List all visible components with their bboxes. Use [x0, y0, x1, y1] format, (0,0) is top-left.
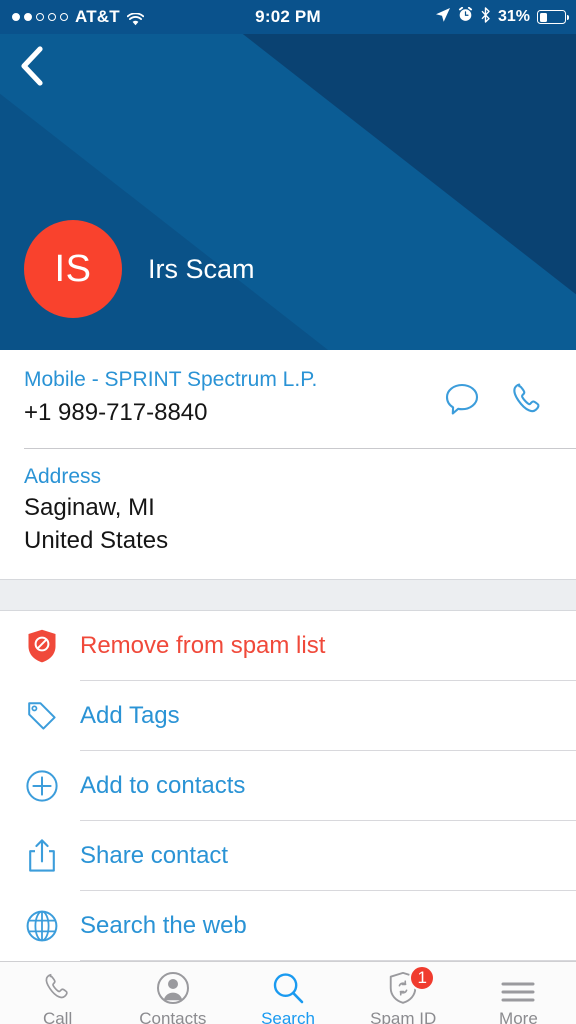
action-label: Add to contacts — [80, 771, 246, 799]
back-chevron-icon — [19, 45, 45, 91]
action-label: Add Tags — [80, 701, 180, 729]
tab-label: Search — [261, 1009, 315, 1024]
section-separator — [0, 579, 576, 612]
tab-label: More — [499, 1009, 538, 1024]
remove-from-spam-list-button[interactable]: Remove from spam list — [0, 611, 576, 680]
address-label: Address — [24, 464, 102, 488]
action-label: Remove from spam list — [80, 631, 326, 659]
app-screen: AT&T 9:02 PM 31% IS Irs Scam Mobile - SP… — [0, 0, 576, 1024]
battery-percent-label: 31% — [497, 8, 530, 25]
alarm-clock-icon — [458, 6, 473, 27]
action-label: Search the web — [80, 911, 247, 939]
status-badge: 1 — [409, 965, 436, 992]
tab-label: Contacts — [139, 1009, 207, 1024]
shield-block-icon — [22, 628, 62, 664]
action-label: Share contact — [80, 841, 229, 869]
magnifier-icon — [271, 971, 305, 1005]
phone-text-block: Mobile - SPRINT Spectrum L.P. +1 989-717… — [24, 366, 442, 430]
bluetooth-icon — [480, 6, 491, 28]
phone-type-label: Mobile - SPRINT Spectrum L.P. — [24, 368, 318, 391]
phone-handset-icon — [41, 971, 75, 1005]
profile-block: IS Irs Scam — [24, 220, 552, 318]
status-bar: AT&T 9:02 PM 31% — [0, 0, 576, 34]
phone-handset-icon[interactable] — [508, 380, 548, 425]
tab-spam-id[interactable]: 1 Spam ID — [346, 962, 461, 1024]
phone-number[interactable]: +1 989-717-8840 — [24, 394, 442, 429]
address-line-1: Saginaw, MI — [24, 494, 155, 522]
avatar: IS — [24, 220, 122, 318]
message-bubble-icon[interactable] — [442, 381, 482, 424]
search-the-web-button[interactable]: Search the web — [0, 891, 576, 960]
phone-actions — [442, 366, 556, 425]
share-contact-button[interactable]: Share contact — [0, 821, 576, 890]
back-button[interactable] — [8, 44, 56, 92]
page-title: Irs Scam — [148, 253, 255, 284]
tab-search[interactable]: Search — [230, 962, 345, 1024]
tab-contacts[interactable]: Contacts — [115, 962, 230, 1024]
tab-label: Call — [42, 1009, 73, 1024]
location-arrow-icon — [435, 7, 451, 28]
status-bar-right: 31% — [435, 6, 576, 28]
contact-details: Mobile - SPRINT Spectrum L.P. +1 989-717… — [0, 350, 576, 612]
shield-refresh-icon: 1 — [387, 965, 436, 1005]
hamburger-icon — [501, 971, 535, 1005]
plus-circle-icon — [22, 769, 62, 803]
action-list: Remove from spam list Add Tags Add to co… — [0, 611, 576, 962]
phone-row: Mobile - SPRINT Spectrum L.P. +1 989-717… — [0, 350, 576, 448]
contact-header: IS Irs Scam — [0, 34, 576, 350]
address-row: Address Saginaw, MI United States — [0, 449, 576, 580]
add-tags-button[interactable]: Add Tags — [0, 681, 576, 750]
tab-bar: Call Contacts Search 1 Spam ID More — [0, 961, 576, 1024]
tag-icon — [22, 699, 62, 733]
share-icon — [22, 838, 62, 874]
tab-label: Spam ID — [370, 1009, 437, 1024]
tab-more[interactable]: More — [461, 962, 576, 1024]
person-circle-icon — [156, 971, 190, 1005]
tab-call[interactable]: Call — [0, 962, 115, 1024]
globe-icon — [22, 909, 62, 943]
address-line-2: United States — [24, 527, 169, 555]
battery-icon — [537, 10, 569, 24]
add-to-contacts-button[interactable]: Add to contacts — [0, 751, 576, 820]
